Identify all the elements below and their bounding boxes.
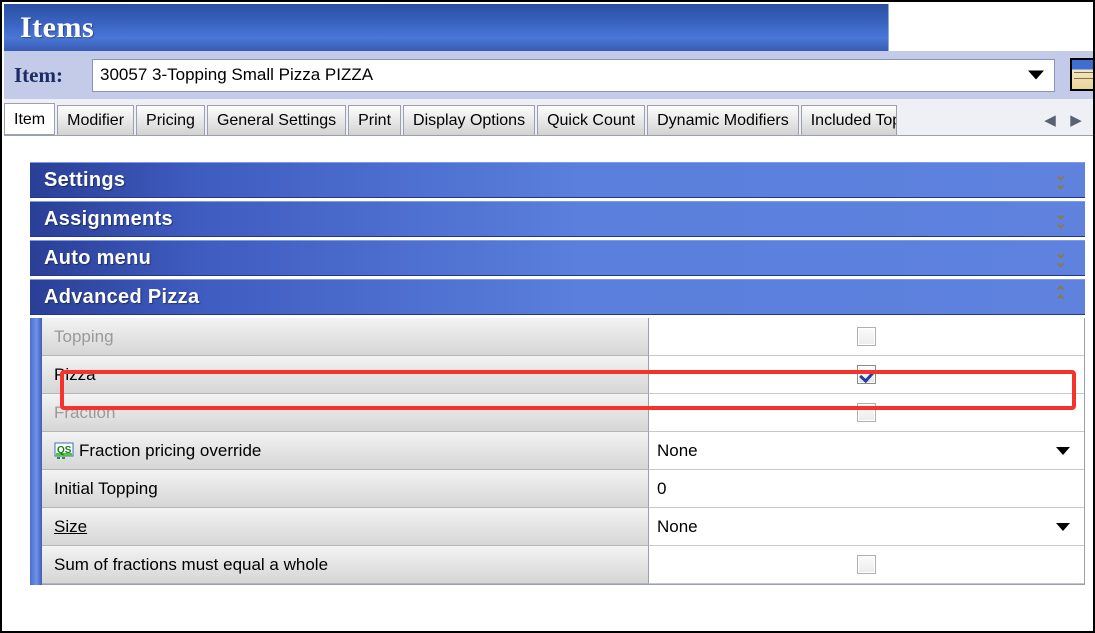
table-row[interactable]: Fraction — [42, 394, 1084, 432]
tab-included-toppings[interactable]: Included Top — [800, 105, 897, 135]
tab-scroll-right-icon[interactable]: ▶ — [1063, 107, 1089, 133]
tab-scroll-controls: ◀ ▶ — [1037, 105, 1093, 135]
row-value-text: None — [657, 440, 698, 460]
row-value-size[interactable]: None — [649, 508, 1084, 546]
item-combo-value: 30057 3-Topping Small Pizza PIZZA — [100, 65, 374, 84]
chevron-double-down-icon-assignments[interactable]: ⌄ ⌄ — [1054, 207, 1067, 231]
row-value-fraction[interactable] — [649, 394, 1084, 432]
section-header-settings[interactable]: Settings ⌄ ⌄ — [30, 162, 1085, 198]
title-bar-right-panel — [888, 4, 1093, 51]
page-title: Items — [20, 10, 95, 44]
grid-rows: Topping Pizza Fraction QS Fraction prici… — [42, 318, 1085, 585]
section-header-auto-menu[interactable]: Auto menu ⌄ ⌄ — [30, 240, 1085, 276]
tab-item[interactable]: Item — [4, 103, 56, 135]
section-header-advanced-pizza[interactable]: Advanced Pizza ⌃ ⌃ — [30, 279, 1085, 315]
tab-general-settings[interactable]: General Settings — [206, 105, 347, 135]
row-label-topping: Topping — [42, 318, 649, 356]
row-value-initial-topping[interactable]: 0 — [649, 470, 1084, 508]
row-label-text: Size — [54, 516, 88, 536]
window-title-bar: Items — [4, 4, 888, 51]
row-value-pizza[interactable] — [649, 356, 1084, 394]
chevron-down-icon-fraction-pricing[interactable] — [1056, 446, 1070, 455]
checkbox-fraction[interactable] — [857, 403, 876, 422]
row-value-fraction-pricing-override[interactable]: None — [649, 432, 1084, 470]
row-value-topping[interactable] — [649, 318, 1084, 356]
section-header-assignments[interactable]: Assignments ⌄ ⌄ — [30, 201, 1085, 237]
chevron-down-icon-size[interactable] — [1056, 522, 1070, 531]
tab-print[interactable]: Print — [348, 105, 402, 135]
chevron-down-icon[interactable] — [1028, 70, 1044, 80]
chevron-double-down-icon-settings[interactable]: ⌄ ⌄ — [1054, 168, 1067, 192]
items-window: Items Item: 30057 3-Topping Small Pizza … — [0, 0, 1095, 633]
row-value-text: 0 — [657, 478, 667, 498]
table-row[interactable]: Topping — [42, 318, 1084, 356]
section-title-auto-menu: Auto menu — [44, 246, 152, 269]
tab-scroll-left-icon[interactable]: ◀ — [1037, 107, 1063, 133]
chevron-double-down-icon-auto-menu[interactable]: ⌄ ⌄ — [1054, 246, 1067, 270]
checkbox-topping[interactable] — [857, 327, 876, 346]
row-label-initial-topping: Initial Topping — [42, 470, 649, 508]
row-label-sum-of-fractions: Sum of fractions must equal a whole — [42, 546, 649, 584]
row-label-size: Size — [42, 508, 649, 546]
checkbox-sum-of-fractions[interactable] — [857, 555, 876, 574]
section-title-assignments: Assignments — [44, 207, 173, 230]
form-window-icon-button[interactable] — [1070, 58, 1093, 91]
row-label-fraction-pricing-override: QS Fraction pricing override — [42, 432, 649, 470]
section-title-settings: Settings — [44, 168, 126, 191]
table-row[interactable]: Pizza — [42, 356, 1084, 394]
table-row[interactable]: Initial Topping 0 — [42, 470, 1084, 508]
tab-bar: Item Modifier Pricing General Settings P… — [4, 99, 1093, 136]
row-label-fraction: Fraction — [42, 394, 649, 432]
row-label-text: Fraction pricing override — [79, 440, 262, 460]
tab-modifier[interactable]: Modifier — [57, 105, 135, 135]
advanced-pizza-property-grid: Topping Pizza Fraction QS Fraction prici… — [30, 318, 1085, 585]
row-label-pizza: Pizza — [42, 356, 649, 394]
checkbox-pizza[interactable] — [857, 365, 876, 384]
form-window-icon — [1072, 60, 1093, 89]
tab-display-options[interactable]: Display Options — [403, 105, 536, 135]
row-value-text: None — [657, 516, 698, 536]
tab-pricing[interactable]: Pricing — [136, 105, 205, 135]
svg-text:QS: QS — [57, 445, 72, 456]
item-selector-row: Item: 30057 3-Topping Small Pizza PIZZA — [4, 51, 1093, 99]
chevron-double-up-icon-advanced-pizza[interactable]: ⌃ ⌃ — [1054, 285, 1067, 309]
section-title-advanced-pizza: Advanced Pizza — [44, 285, 200, 308]
tab-dynamic-modifiers[interactable]: Dynamic Modifiers — [647, 105, 799, 135]
item-tab-content: Settings ⌄ ⌄ Assignments ⌄ ⌄ Auto menu ⌄ ⌄ … — [4, 136, 1093, 631]
qs-badge-icon: QS — [54, 442, 74, 460]
table-row[interactable]: QS Fraction pricing override None — [42, 432, 1084, 470]
item-label: Item: — [14, 62, 63, 87]
table-row[interactable]: Size None — [42, 508, 1084, 546]
item-combo-box[interactable]: 30057 3-Topping Small Pizza PIZZA — [92, 58, 1055, 92]
grid-gutter — [30, 318, 42, 585]
row-value-sum-of-fractions[interactable] — [649, 546, 1084, 584]
tab-quick-count[interactable]: Quick Count — [537, 105, 646, 135]
table-row[interactable]: Sum of fractions must equal a whole — [42, 546, 1084, 584]
